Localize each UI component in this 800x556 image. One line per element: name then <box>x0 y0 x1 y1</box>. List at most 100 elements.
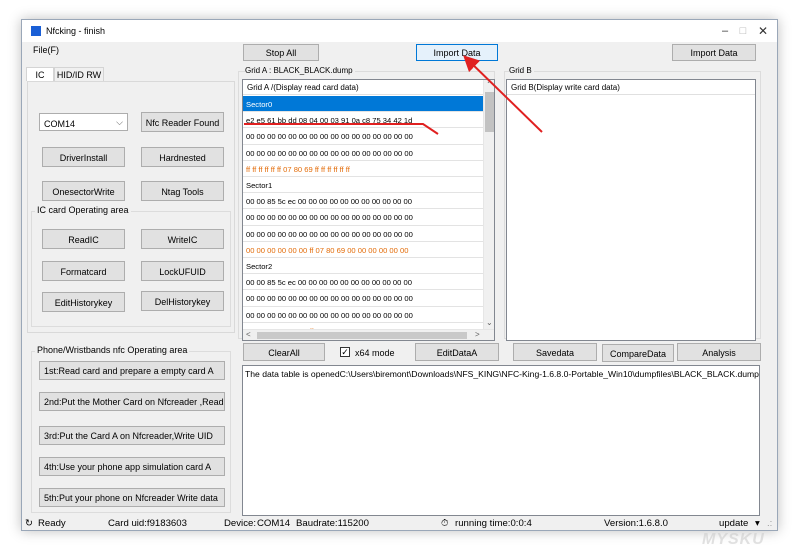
grid-a-hscroll-thumb[interactable] <box>257 332 467 339</box>
ntag-tools-button[interactable]: Ntag Tools <box>141 181 224 201</box>
sector-header-row[interactable]: Sector1 <box>243 177 483 194</box>
write-ic-label: WriteIC <box>167 235 198 245</box>
clear-all-button[interactable]: ClearAll <box>243 343 325 361</box>
del-history-key-button[interactable]: DelHistorykey <box>141 291 224 311</box>
nfc-reader-found-button[interactable]: Nfc Reader Found <box>141 112 224 132</box>
baudrate: Baudrate:115200 <box>296 518 369 529</box>
formatcard-label: Formatcard <box>60 267 107 277</box>
compare-data-label: CompareData <box>609 349 667 359</box>
app-icon <box>31 26 41 36</box>
ntag-tools-label: Ntag Tools <box>161 187 204 197</box>
table-row[interactable]: 00 00 85 5c ec 00 00 00 00 00 00 00 00 0… <box>243 193 483 210</box>
write-ic-button[interactable]: WriteIC <box>141 229 224 249</box>
update-chevron-icon[interactable]: ▾ <box>755 518 760 529</box>
save-data-label: Savedata <box>535 348 575 358</box>
lock-ufuid-button[interactable]: LockUFUID <box>141 261 224 281</box>
scroll-up-icon[interactable]: ⌃ <box>486 80 493 89</box>
step-1-label: 1st:Read card and prepare a empty card A <box>44 366 214 376</box>
import-data-a-button[interactable]: Import Data <box>416 44 498 61</box>
status-bar: ↻ Ready Card uid:f9183603 Device: COM14 … <box>22 516 777 530</box>
step-5-button[interactable]: 5th:Put your phone on Nfcreader Write da… <box>39 488 225 507</box>
table-row[interactable]: 00 00 00 00 00 00 00 00 00 00 00 00 00 0… <box>243 209 483 226</box>
scroll-down-icon[interactable]: ⌄ <box>486 318 493 327</box>
phone-area-title: Phone/Wristbands nfc Operating area <box>35 345 190 355</box>
app-window: Nfcking - finish – □ ✕ File(F) Stop All … <box>21 19 778 531</box>
status-ready: Ready <box>38 518 66 529</box>
edit-data-a-label: EditDataA <box>436 348 478 358</box>
clear-all-label: ClearAll <box>268 348 300 358</box>
step-3-button[interactable]: 3rd:Put the Card A on Nfcreader,Write UI… <box>39 426 225 445</box>
scroll-right-icon[interactable]: > <box>475 330 480 339</box>
table-row[interactable]: 00 00 00 00 00 00 ff 07 80 69 00 00 00 0… <box>243 242 483 258</box>
table-row[interactable]: ff ff ff ff ff ff 07 80 69 ff ff ff ff f… <box>243 161 483 177</box>
x64-mode-checkbox[interactable]: ✓ <box>340 347 350 357</box>
driver-install-button[interactable]: DriverInstall <box>42 147 125 167</box>
edit-data-a-button[interactable]: EditDataA <box>415 343 499 361</box>
close-button[interactable]: ✕ <box>748 22 777 40</box>
tab-ic[interactable]: IC <box>26 67 54 81</box>
step-5-label: 5th:Put your phone on Nfcreader Write da… <box>44 493 218 503</box>
grid-a-horizontal-scrollbar[interactable]: < > <box>243 329 494 340</box>
hardnested-button[interactable]: Hardnested <box>141 147 224 167</box>
read-ic-label: ReadIC <box>68 235 99 245</box>
timer-icon: ⏱ <box>441 518 449 529</box>
table-row[interactable]: 00 00 00 00 00 00 00 00 00 00 00 00 00 0… <box>243 128 483 145</box>
table-row[interactable]: 00 00 00 00 00 00 00 00 00 00 00 00 00 0… <box>243 226 483 242</box>
tab-hid-id-rw[interactable]: HID/ID RW <box>54 67 104 81</box>
title-bar[interactable]: Nfcking - finish – □ ✕ <box>22 20 777 42</box>
hardnested-label: Hardnested <box>159 153 206 163</box>
step-2-button[interactable]: 2nd:Put the Mother Card on Nfcreader ,Re… <box>39 392 225 411</box>
read-ic-button[interactable]: ReadIC <box>42 229 125 249</box>
import-data-b-button[interactable]: Import Data <box>672 44 756 61</box>
edit-history-key-label: EditHistorykey <box>54 298 113 308</box>
onesector-write-button[interactable]: OnesectorWrite <box>42 181 125 201</box>
onesector-write-label: OnesectorWrite <box>52 187 115 197</box>
log-text: The data table is openedC:\Users\biremon… <box>245 369 759 379</box>
nfc-reader-found-label: Nfc Reader Found <box>145 118 220 128</box>
table-row[interactable]: 00 00 00 00 00 00 00 00 00 00 00 00 00 0… <box>243 290 483 307</box>
step-4-button[interactable]: 4th:Use your phone app simulation card A <box>39 457 225 476</box>
menu-file[interactable]: File(F) <box>33 45 59 55</box>
import-data-a-label: Import Data <box>433 48 481 58</box>
grid-a-vertical-scrollbar[interactable]: ⌃ ⌄ <box>483 80 494 331</box>
lock-ufuid-label: LockUFUID <box>159 267 206 277</box>
step-2-label: 2nd:Put the Mother Card on Nfcreader ,Re… <box>44 397 224 407</box>
table-row[interactable]: 00 00 00 00 00 00 00 00 00 00 00 00 00 0… <box>243 307 483 323</box>
formatcard-button[interactable]: Formatcard <box>42 261 125 281</box>
resize-grip-icon[interactable]: .: <box>767 518 772 529</box>
sector-header-row[interactable]: Sector2 <box>243 258 483 275</box>
grid-a-table[interactable]: Grid A /(Display read card data) Sector0… <box>242 79 495 341</box>
driver-install-label: DriverInstall <box>59 153 108 163</box>
card-uid: Card uid:f9183603 <box>108 518 187 529</box>
grid-b-table[interactable]: Grid B(Display write card data) <box>506 79 756 341</box>
sector-header-row[interactable]: Sector0 <box>243 96 483 113</box>
step-1-button[interactable]: 1st:Read card and prepare a empty card A <box>39 361 225 380</box>
table-row[interactable]: e2 e5 61 bb dd 08 04 00 03 91 0a c8 75 3… <box>243 112 483 129</box>
analysis-button[interactable]: Analysis <box>677 343 761 361</box>
compare-data-button[interactable]: CompareData <box>602 344 674 362</box>
running-time: running time:0:0:4 <box>455 518 532 529</box>
step-3-label: 3rd:Put the Card A on Nfcreader,Write UI… <box>44 431 213 441</box>
com-port-value: COM14 <box>44 119 76 129</box>
save-data-button[interactable]: Savedata <box>513 343 597 361</box>
log-output[interactable]: The data table is openedC:\Users\biremon… <box>242 365 760 516</box>
scroll-left-icon[interactable]: < <box>246 330 251 339</box>
grid-a-vscroll-thumb[interactable] <box>485 92 494 132</box>
edit-history-key-button[interactable]: EditHistorykey <box>42 292 125 312</box>
update-menu[interactable]: update <box>719 518 748 529</box>
tab-ic-label: IC <box>35 70 45 80</box>
com-port-select[interactable]: COM14 ⌵ <box>39 113 128 131</box>
grid-b-label: Grid B <box>509 66 534 75</box>
stop-all-label: Stop All <box>265 48 297 58</box>
ready-icon: ↻ <box>25 518 34 529</box>
device-label: Device: <box>224 518 256 529</box>
table-row[interactable]: 00 00 00 00 00 00 00 00 00 00 00 00 00 0… <box>243 145 483 161</box>
step-4-label: 4th:Use your phone app simulation card A <box>44 462 212 472</box>
window-title: Nfcking - finish <box>46 26 106 36</box>
tab-hid-id-rw-label: HID/ID RW <box>56 70 102 80</box>
version: Version:1.6.8.0 <box>604 518 669 529</box>
analysis-label: Analysis <box>702 348 736 358</box>
stop-all-button[interactable]: Stop All <box>243 44 319 61</box>
ic-area-title: IC card Operating area <box>35 205 131 215</box>
table-row[interactable]: 00 00 85 5c ec 00 00 00 00 00 00 00 00 0… <box>243 274 483 291</box>
